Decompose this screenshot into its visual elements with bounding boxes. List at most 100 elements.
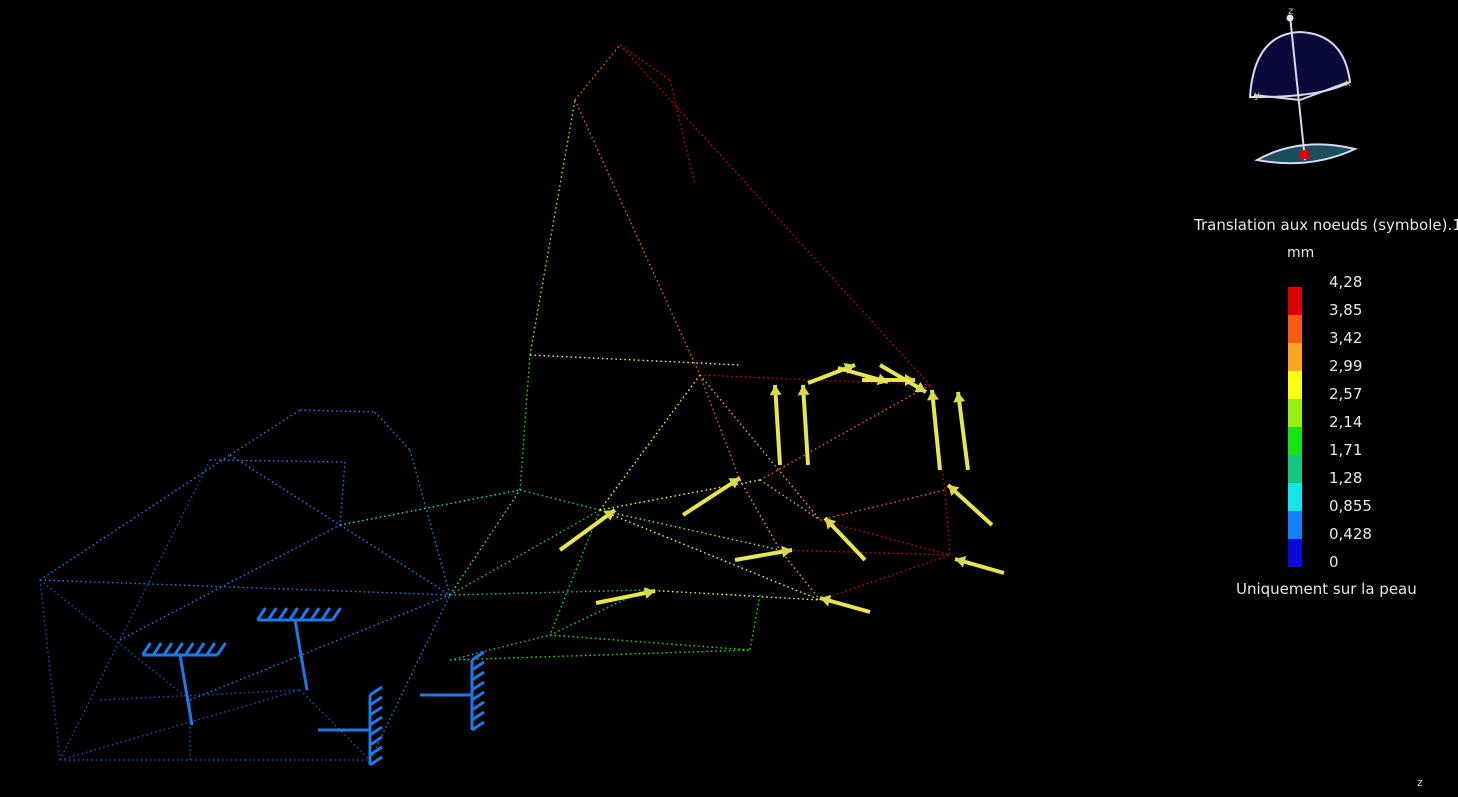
mesh-edge bbox=[374, 411, 411, 451]
displacement-arrow-icon bbox=[954, 555, 1005, 575]
mesh-edge bbox=[574, 44, 621, 101]
compass-axis-x: x bbox=[1345, 78, 1351, 89]
mesh-edge bbox=[739, 479, 781, 551]
legend-value: 3,42 bbox=[1329, 329, 1363, 347]
compass-gizmo-icon[interactable]: z x y bbox=[1240, 2, 1370, 177]
displacement-arrow-icon bbox=[953, 391, 970, 471]
legend-swatch bbox=[1288, 287, 1302, 315]
legend-swatch bbox=[1288, 539, 1302, 567]
mesh-edge bbox=[229, 454, 341, 526]
mesh-edge bbox=[944, 489, 951, 556]
mesh-edge bbox=[549, 634, 751, 651]
displacement-arrows bbox=[558, 362, 1005, 614]
displacement-arrow-icon bbox=[769, 384, 782, 466]
mesh-edge bbox=[819, 489, 946, 521]
legend-value: 2,57 bbox=[1329, 385, 1363, 403]
legend-swatch bbox=[1288, 483, 1302, 511]
mesh-edge bbox=[119, 524, 341, 641]
displacement-arrow-icon bbox=[558, 508, 617, 552]
compass-axis-z: z bbox=[1288, 6, 1293, 17]
legend-swatch bbox=[1288, 455, 1302, 483]
displacement-arrow-icon bbox=[807, 362, 856, 385]
legend-value: 0 bbox=[1329, 553, 1339, 571]
mesh-edge bbox=[59, 689, 301, 761]
mesh-edge bbox=[339, 461, 346, 526]
mesh-edge bbox=[209, 459, 346, 463]
mesh-edge bbox=[749, 594, 761, 651]
displacement-arrow-icon bbox=[823, 516, 867, 562]
legend-value: 0,428 bbox=[1329, 525, 1372, 543]
corner-axis-label: z bbox=[1417, 776, 1423, 789]
legend-swatch bbox=[1288, 343, 1302, 371]
mesh-edge bbox=[574, 99, 701, 376]
mesh-edge bbox=[599, 509, 781, 551]
legend-swatch bbox=[1288, 427, 1302, 455]
mesh-edge bbox=[299, 689, 371, 761]
compass-axis-y: y bbox=[1254, 90, 1260, 101]
clamp-restraint-icon bbox=[420, 650, 485, 732]
mesh-edge bbox=[519, 354, 531, 491]
legend-value: 1,71 bbox=[1329, 441, 1363, 459]
displacement-arrow-icon bbox=[734, 545, 793, 562]
mesh-edge bbox=[39, 579, 191, 701]
mesh-edge bbox=[339, 489, 521, 526]
clamp-restraint-icon bbox=[256, 607, 342, 691]
mesh-edge bbox=[644, 589, 821, 601]
mesh-edge bbox=[779, 549, 951, 556]
mesh-edge bbox=[449, 634, 551, 661]
mesh-edge bbox=[39, 454, 231, 581]
legend-swatch bbox=[1288, 511, 1302, 539]
mesh-edge bbox=[519, 489, 601, 511]
mesh-edge bbox=[759, 479, 821, 521]
mesh-edge bbox=[189, 594, 451, 701]
mesh-edge bbox=[759, 384, 931, 481]
mesh-edge bbox=[99, 689, 301, 701]
compass-origin-handle[interactable] bbox=[1300, 150, 1309, 159]
legend-value: 1,28 bbox=[1329, 469, 1363, 487]
mesh-edge bbox=[619, 44, 931, 386]
mesh-edge bbox=[229, 409, 301, 456]
clamp-restraint-icon bbox=[141, 642, 227, 726]
legend-value: 0,855 bbox=[1329, 497, 1372, 515]
legend-footer: Uniquement sur la peau bbox=[1236, 580, 1417, 598]
mesh-edge bbox=[299, 409, 376, 413]
mesh-edge bbox=[599, 374, 701, 511]
mesh-edge bbox=[619, 44, 671, 81]
mesh-edge bbox=[449, 509, 601, 596]
legend-value: 4,28 bbox=[1329, 273, 1363, 291]
mesh-edge bbox=[119, 459, 211, 641]
clamp-restraints bbox=[141, 607, 485, 767]
clamp-restraint-icon bbox=[318, 685, 383, 767]
displacement-arrow-icon bbox=[681, 476, 742, 517]
mesh-edge bbox=[529, 354, 741, 366]
mesh-edge bbox=[339, 524, 451, 596]
mesh-edge bbox=[449, 649, 751, 661]
legend-unit: mm bbox=[1287, 245, 1315, 261]
mesh-edge bbox=[819, 519, 951, 556]
legend-value: 3,85 bbox=[1329, 301, 1363, 319]
displacement-arrow-icon bbox=[797, 384, 810, 466]
legend-color-bar bbox=[1288, 287, 1302, 567]
mesh-edge bbox=[369, 594, 451, 761]
mesh-edge bbox=[669, 79, 696, 186]
legend-value: 2,99 bbox=[1329, 357, 1363, 375]
legend-swatch bbox=[1288, 315, 1302, 343]
displacement-arrow-icon bbox=[819, 594, 871, 614]
mesh-edge bbox=[699, 374, 741, 481]
displacement-arrow-icon bbox=[595, 587, 656, 605]
legend-title: Translation aux noeuds (symbole).1 bbox=[1194, 216, 1458, 234]
mesh-edge bbox=[39, 579, 61, 761]
mesh-edge bbox=[449, 489, 521, 596]
mesh-edge bbox=[819, 554, 951, 601]
mesh-edge bbox=[39, 579, 451, 596]
mesh-edge bbox=[599, 509, 821, 601]
displacement-arrow-icon bbox=[927, 389, 942, 471]
color-legend[interactable]: Translation aux noeuds (symbole).1 mm 4,… bbox=[1150, 212, 1458, 612]
legend-value: 2,14 bbox=[1329, 413, 1363, 431]
legend-swatch bbox=[1288, 399, 1302, 427]
displacement-arrow-icon bbox=[946, 483, 994, 527]
legend-swatch bbox=[1288, 371, 1302, 399]
mesh-edge bbox=[449, 589, 646, 596]
mesh-edge bbox=[529, 99, 576, 356]
mesh-edge bbox=[59, 639, 121, 761]
